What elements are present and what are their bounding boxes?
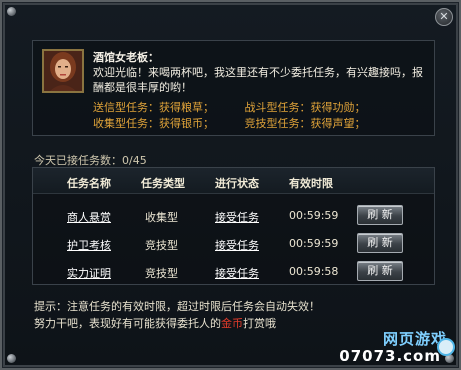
task-type-reward: 竞技型任务：获得声望； [244, 117, 366, 130]
table-row: 实力证明 竞技型 接受任务 00:59:58 刷 新 [33, 257, 434, 287]
corner-stud-decoration [7, 7, 16, 16]
task-type-row: 收集型任务：获得银币； 竞技型任务：获得声望； [93, 115, 366, 131]
refresh-button[interactable]: 刷 新 [357, 261, 403, 281]
table-row: 护卫考核 竞技型 接受任务 00:59:59 刷 新 [33, 229, 434, 259]
mascot-icon [437, 338, 455, 356]
column-header-name: 任务名称 [67, 177, 111, 190]
refresh-button[interactable]: 刷 新 [357, 205, 403, 225]
tip-text-part: 努力干吧，表现好有可能获得委托人的 [34, 317, 221, 330]
watermark-domain: 07073.com [339, 347, 441, 365]
column-header-time: 有效时限 [289, 177, 333, 190]
task-name-link[interactable]: 实力证明 [67, 265, 111, 281]
accept-task-link[interactable]: 接受任务 [215, 209, 259, 225]
table-row: 商人悬赏 收集型 接受任务 00:59:59 刷 新 [33, 201, 434, 231]
task-count-value: 0/45 [122, 154, 147, 167]
column-header-status: 进行状态 [215, 177, 259, 190]
task-type-reward: 送信型任务：获得粮草； [93, 101, 214, 114]
tip-text-reward: 努力干吧，表现好有可能获得委托人的金币打赏哦 [34, 315, 276, 331]
task-table-header: 任务名称 任务类型 进行状态 有效时限 [33, 168, 434, 194]
site-watermark-logo: 网页游戏 07073.com [339, 326, 455, 366]
refresh-button[interactable]: 刷 新 [357, 233, 403, 253]
task-count-label: 今天已接任务数： [34, 154, 122, 167]
accepted-task-count: 今天已接任务数：0/45 [34, 152, 147, 168]
task-type-cell: 收集型 [145, 211, 178, 224]
task-type-reward: 战斗型任务：获得功勋； [244, 101, 366, 114]
close-button[interactable]: ✕ [435, 8, 453, 26]
task-type-cell: 竞技型 [145, 267, 178, 280]
accept-task-link[interactable]: 接受任务 [215, 237, 259, 253]
npc-name: 酒馆女老板： [93, 51, 159, 64]
task-type-reward: 收集型任务：获得银币； [93, 117, 214, 130]
portrait-icon [44, 51, 82, 91]
npc-dialog-text: 欢迎光临！来喝两杯吧，我这里还有不少委托任务，有兴趣接吗，报酬都是很丰厚的哟！ [93, 66, 423, 94]
column-header-type: 任务类型 [141, 177, 185, 190]
task-time-cell: 00:59:59 [289, 237, 339, 250]
task-dialog-window: ✕ 酒馆女老板： 欢迎光临！来喝两杯吧，我这里还有不少委托任务，有兴趣接吗，报酬… [0, 0, 461, 370]
task-name-link[interactable]: 护卫考核 [67, 237, 111, 253]
task-table: 任务名称 任务类型 进行状态 有效时限 商人悬赏 收集型 接受任务 00:59:… [32, 167, 435, 285]
gold-coin-highlight: 金币 [221, 317, 243, 330]
task-time-cell: 00:59:59 [289, 209, 339, 222]
task-name-link[interactable]: 商人悬赏 [67, 209, 111, 225]
npc-dialog-panel: 酒馆女老板： 欢迎光临！来喝两杯吧，我这里还有不少委托任务，有兴趣接吗，报酬都是… [32, 40, 435, 136]
task-time-cell: 00:59:58 [289, 265, 339, 278]
tip-text: 提示：注意任务的有效时限，超过时限后任务会自动失效！ [34, 300, 320, 313]
corner-stud-decoration [7, 354, 16, 363]
task-type-row: 送信型任务：获得粮草； 战斗型任务：获得功勋； [93, 99, 366, 115]
accept-task-link[interactable]: 接受任务 [215, 265, 259, 281]
npc-portrait-avatar [42, 49, 84, 93]
task-type-cell: 竞技型 [145, 239, 178, 252]
tip-text-part: 打赏哦 [243, 317, 276, 330]
